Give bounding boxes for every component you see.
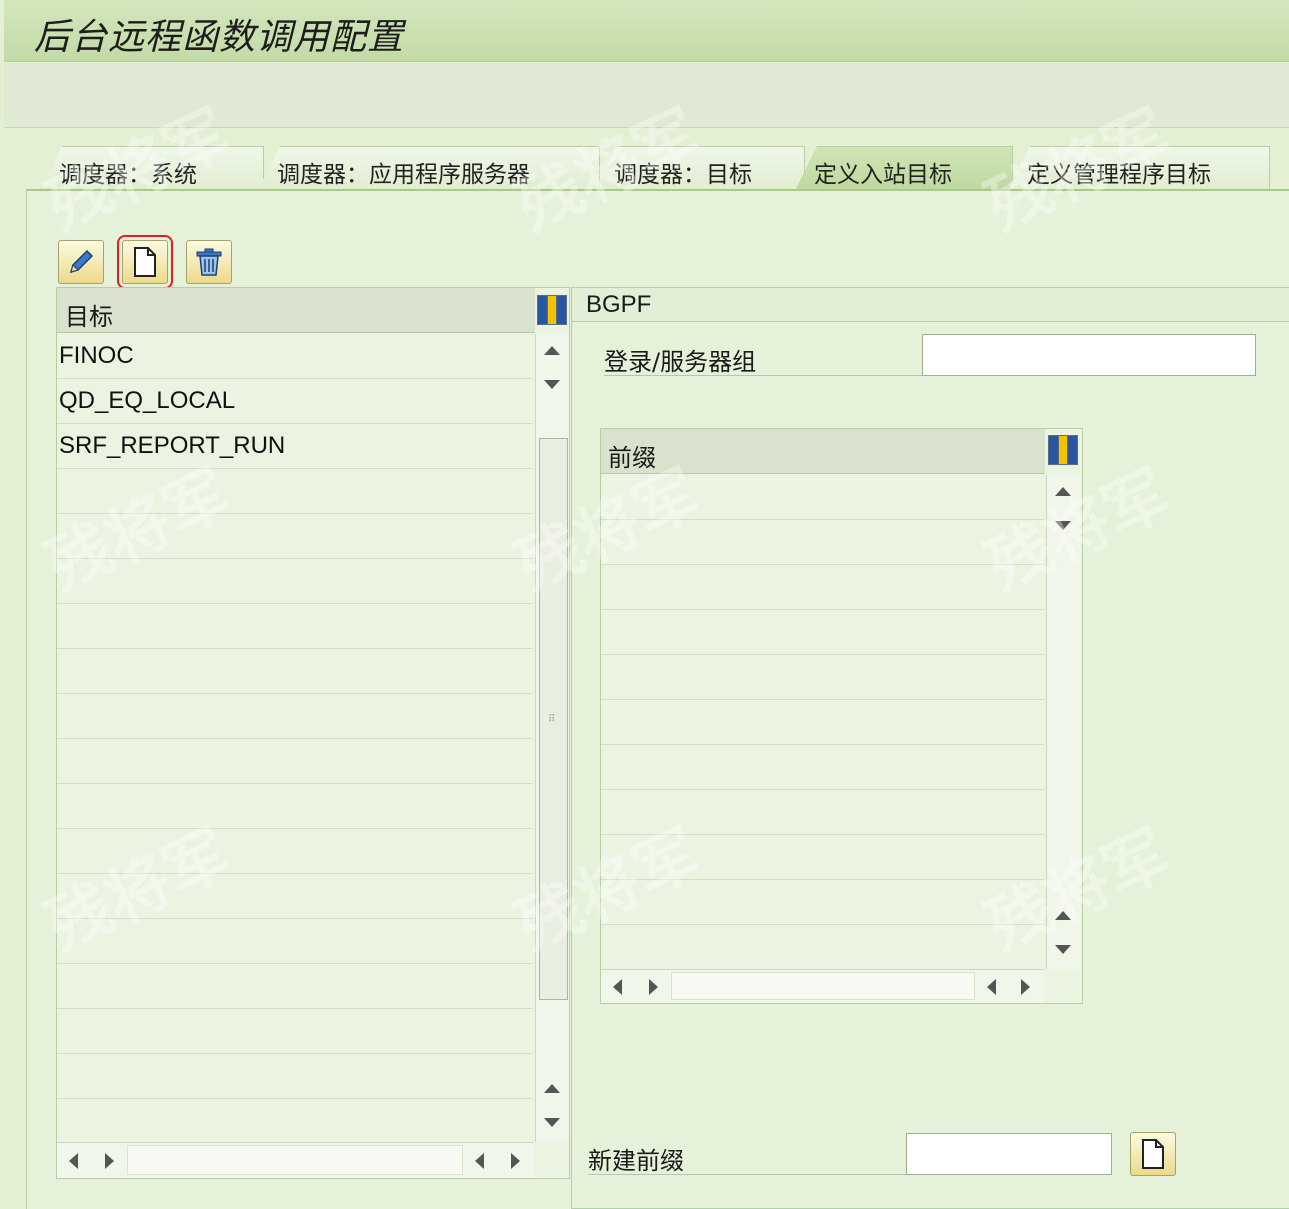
tab-scheduler-target[interactable]: 调度器：目标 bbox=[595, 146, 805, 190]
tab-label: 调度器：目标 bbox=[614, 162, 752, 188]
prefix-rows bbox=[601, 475, 1044, 970]
table-row[interactable]: QD_EQ_LOCAL bbox=[57, 379, 533, 424]
tab-label: 调度器：系统 bbox=[59, 162, 197, 188]
trash-icon bbox=[196, 248, 222, 276]
table-row[interactable] bbox=[601, 655, 1044, 700]
table-row[interactable] bbox=[601, 610, 1044, 655]
scroll-up-icon[interactable] bbox=[544, 1084, 560, 1093]
tab-label: 定义管理程序目标 bbox=[1027, 162, 1211, 188]
new-document-icon bbox=[134, 247, 156, 277]
scroll-left-icon[interactable] bbox=[987, 979, 996, 995]
scroll-up-icon[interactable] bbox=[1055, 911, 1071, 920]
table-row[interactable] bbox=[601, 880, 1044, 925]
application-toolbar bbox=[4, 63, 1289, 128]
prefix-vertical-scrollbar[interactable] bbox=[1046, 475, 1080, 969]
scroll-left-icon[interactable] bbox=[613, 979, 622, 995]
delete-button[interactable] bbox=[186, 240, 232, 284]
prefix-horizontal-scrollbar[interactable] bbox=[601, 969, 1044, 1003]
prefix-table: 前缀 bbox=[600, 428, 1083, 1004]
scroll-up-icon[interactable] bbox=[544, 346, 560, 355]
table-row[interactable] bbox=[57, 1099, 533, 1144]
scroll-right-icon[interactable] bbox=[649, 979, 658, 995]
tab-label: 调度器：应用程序服务器 bbox=[277, 162, 530, 188]
table-row[interactable] bbox=[601, 520, 1044, 565]
table-row[interactable] bbox=[601, 790, 1044, 835]
table-row[interactable] bbox=[57, 739, 533, 784]
table-row[interactable] bbox=[57, 1009, 533, 1054]
logon-group-label: 登录/服务器组 bbox=[604, 342, 922, 376]
scroll-right-icon[interactable] bbox=[511, 1153, 520, 1169]
table-row[interactable] bbox=[601, 745, 1044, 790]
tab-scheduler-system[interactable]: 调度器：系统 bbox=[40, 146, 264, 190]
tab-strip: 调度器：系统 调度器：应用程序服务器 调度器：目标 定义入站目标 定义管理程序目… bbox=[40, 146, 1289, 191]
table-row[interactable] bbox=[57, 559, 533, 604]
scroll-up-icon[interactable] bbox=[1055, 487, 1071, 496]
table-row[interactable] bbox=[57, 469, 533, 514]
detail-title: BGPF bbox=[572, 288, 1289, 322]
tab-scheduler-app-server[interactable]: 调度器：应用程序服务器 bbox=[258, 146, 600, 190]
scroll-down-icon[interactable] bbox=[1055, 945, 1071, 954]
grip-icon: ⠿ bbox=[548, 714, 556, 725]
table-row[interactable] bbox=[601, 475, 1044, 520]
scroll-right-icon[interactable] bbox=[1021, 979, 1030, 995]
logon-group-input[interactable] bbox=[922, 334, 1256, 376]
table-row[interactable] bbox=[57, 1054, 533, 1099]
table-row[interactable] bbox=[57, 694, 533, 739]
target-vertical-scrollbar[interactable]: ⠿ bbox=[535, 334, 569, 1142]
new-prefix-label: 新建前缀 bbox=[588, 1141, 906, 1175]
scroll-down-icon[interactable] bbox=[1055, 521, 1071, 530]
table-row[interactable] bbox=[57, 829, 533, 874]
table-row[interactable]: SRF_REPORT_RUN bbox=[57, 424, 533, 469]
table-row[interactable] bbox=[57, 604, 533, 649]
table-row[interactable] bbox=[57, 649, 533, 694]
create-button[interactable] bbox=[117, 235, 173, 289]
window-title: 后台远程函数调用配置 bbox=[34, 17, 405, 58]
table-row[interactable] bbox=[601, 565, 1044, 610]
prefix-column-header[interactable]: 前缀 bbox=[601, 429, 1045, 474]
edit-button[interactable] bbox=[58, 240, 104, 284]
table-row[interactable]: FINOC bbox=[57, 334, 533, 379]
target-horizontal-scrollbar[interactable] bbox=[57, 1142, 533, 1178]
new-document-icon bbox=[1142, 1139, 1164, 1169]
scroll-left-icon[interactable] bbox=[69, 1153, 78, 1169]
table-row[interactable] bbox=[601, 700, 1044, 745]
tab-define-supervisor-target[interactable]: 定义管理程序目标 bbox=[1008, 146, 1270, 190]
table-row[interactable] bbox=[57, 514, 533, 559]
pencil-icon bbox=[69, 249, 94, 274]
table-row[interactable] bbox=[57, 964, 533, 1009]
target-column-header[interactable]: 目标 bbox=[57, 288, 535, 333]
table-row[interactable] bbox=[57, 874, 533, 919]
target-table: 目标 FINOC QD_EQ_LOCAL SRF_REPORT_RUN ⠿ bbox=[56, 287, 570, 1179]
scrollbar-track[interactable] bbox=[127, 1145, 463, 1175]
scroll-right-icon[interactable] bbox=[105, 1153, 114, 1169]
column-layout-icon[interactable] bbox=[537, 295, 567, 325]
table-row[interactable] bbox=[57, 919, 533, 964]
table-row[interactable] bbox=[601, 925, 1044, 970]
new-prefix-input[interactable] bbox=[906, 1133, 1112, 1175]
scrollbar-track[interactable] bbox=[671, 972, 975, 1000]
scroll-down-icon[interactable] bbox=[544, 1118, 560, 1127]
table-row[interactable] bbox=[601, 835, 1044, 880]
title-bar: 后台远程函数调用配置 bbox=[4, 0, 1289, 62]
tab-label: 定义入站目标 bbox=[814, 162, 952, 188]
table-row[interactable] bbox=[57, 784, 533, 829]
scroll-down-icon[interactable] bbox=[544, 380, 560, 389]
target-rows: FINOC QD_EQ_LOCAL SRF_REPORT_RUN bbox=[57, 334, 533, 1144]
tab-define-inbound-target[interactable]: 定义入站目标 bbox=[795, 146, 1013, 191]
scroll-left-icon[interactable] bbox=[475, 1153, 484, 1169]
create-prefix-button[interactable] bbox=[1130, 1132, 1176, 1176]
column-layout-icon[interactable] bbox=[1048, 435, 1078, 465]
